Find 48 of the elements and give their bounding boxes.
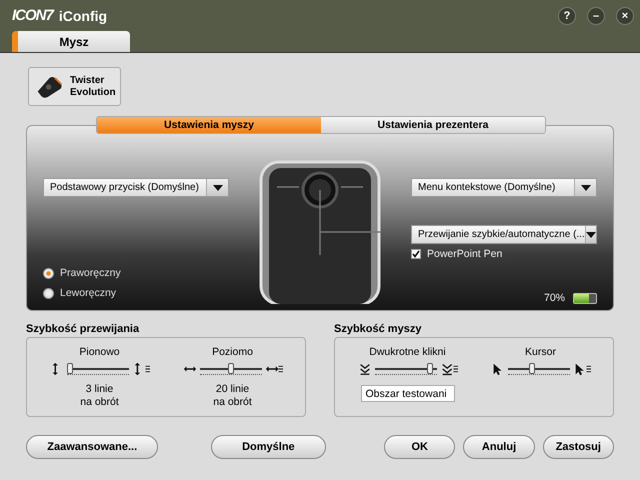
slider-thumb[interactable] [427,363,434,374]
slider-track[interactable] [200,363,262,375]
radio-label: Leworęczny [60,287,116,299]
device-button[interactable]: Twister Evolution [28,67,121,106]
slider-label: Dwukrotne klikni [369,346,446,358]
checkbox[interactable] [411,249,421,259]
dropdown[interactable]: Przewijanie szybkie/automatyczne (... [411,225,597,244]
button[interactable]: Zaawansowane... [26,435,158,459]
dropdown[interactable]: Menu kontekstowe (Domyślne) [411,178,597,197]
minimize-button[interactable]: – [587,6,605,24]
dropdown-arrow-icon [586,232,596,238]
dropdown-arrow-icon [212,184,222,190]
chevron-icon [440,361,458,377]
slider-track[interactable] [374,363,436,375]
dropdown[interactable]: Podstawowy przycisk (Domyślne) [43,178,229,197]
slider-track[interactable] [66,363,128,375]
dropdown-arrow-icon [580,184,590,190]
slider-thumb[interactable] [66,363,73,374]
button[interactable]: OK [384,435,456,459]
tab[interactable]: Ustawienia prezentera [321,117,545,133]
slider-label: Pionowo [79,346,120,358]
battery-reading: 70% [544,292,565,304]
window-title: iConfig [58,8,108,24]
tab[interactable]: Mysz [12,31,130,52]
tab[interactable]: Ustawienia myszy [97,117,321,133]
button[interactable]: Anuluj [463,435,535,459]
slider-label: Poziomo [212,346,253,358]
radio-label: Praworęczny [60,267,121,279]
group-title: Szybkość myszy [334,323,422,337]
slider-reading: 20 linie na obrót [213,383,252,409]
test-area-field[interactable]: Obszar testowani [360,385,454,402]
brand-logo: ICON7 [12,7,53,24]
close-button[interactable]: × [616,6,634,24]
slider-label: Kursor [525,346,556,358]
cursor-icon [490,361,504,377]
slider-thumb[interactable] [228,363,234,374]
slider-track[interactable] [508,363,570,375]
checkbox-label: PowerPoint Pen [427,248,502,260]
slider-reading: 3 linie na obrót [80,383,119,409]
battery-icon [573,292,597,304]
help-button[interactable]: ? [558,6,576,24]
radio-button[interactable] [43,288,54,298]
button[interactable]: Zastosuj [542,435,614,459]
slider-thumb[interactable] [529,363,536,374]
cursor-icon [572,361,590,377]
radio-button[interactable] [43,268,54,278]
group-title: Szybkość przewijania [26,323,140,337]
button[interactable]: Domyślne [210,435,326,459]
